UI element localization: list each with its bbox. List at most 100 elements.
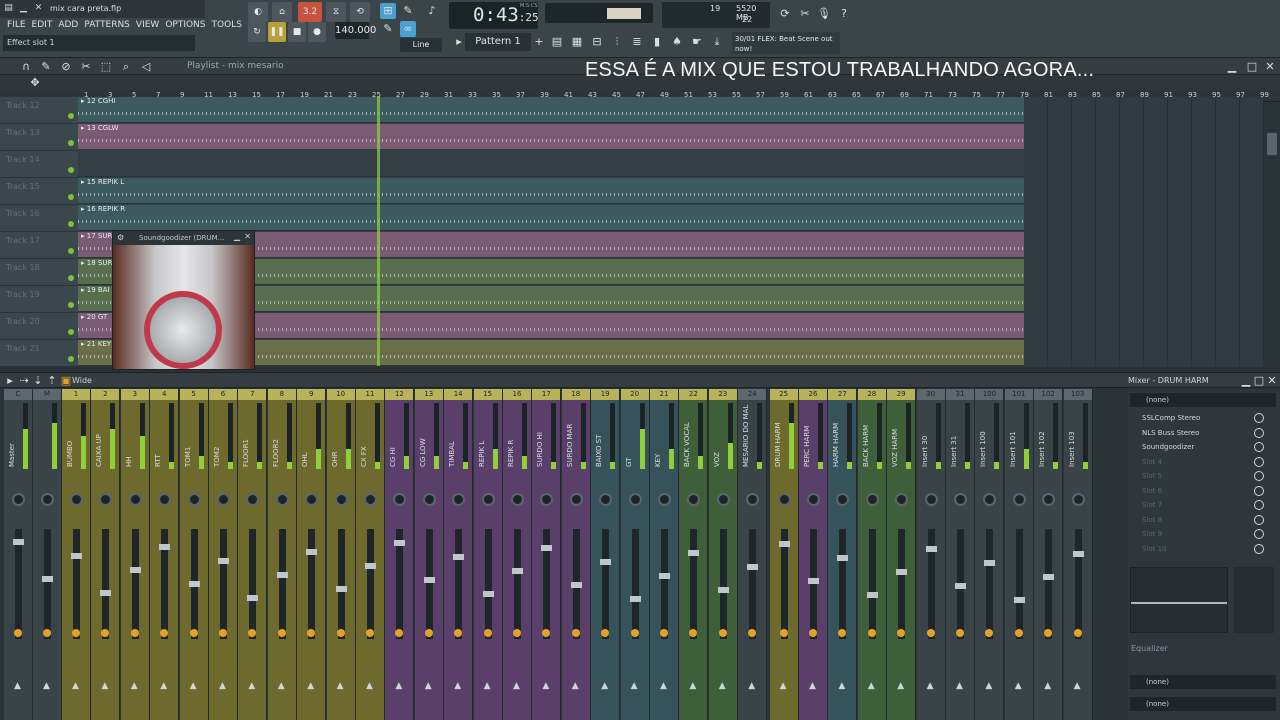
volume-fader-track[interactable] xyxy=(749,529,757,639)
playhead[interactable] xyxy=(377,96,380,366)
mixer-strip[interactable]: M ▲ xyxy=(33,389,62,720)
pan-knob[interactable] xyxy=(246,493,260,506)
mixer-strip[interactable]: 15 REPIK L ▲ xyxy=(473,389,503,720)
minimize-icon[interactable]: ▁ xyxy=(234,232,240,241)
route-arrow-icon[interactable]: ▲ xyxy=(719,681,726,691)
track-mute-led[interactable] xyxy=(68,356,74,362)
route-arrow-icon[interactable]: ▲ xyxy=(542,681,549,691)
empty-grid[interactable] xyxy=(1024,286,1264,313)
menu-icon[interactable]: ▤ xyxy=(3,3,14,14)
pan-knob[interactable] xyxy=(865,493,879,506)
mixer-strip[interactable]: 6 TOM2 ▲ xyxy=(209,389,238,720)
route-arrow-icon[interactable]: ▲ xyxy=(395,681,402,691)
volume-fader-track[interactable] xyxy=(1074,529,1082,639)
volume-fader-track[interactable] xyxy=(484,529,492,639)
route-arrow-icon[interactable]: ▲ xyxy=(454,681,461,691)
volume-fader-handle[interactable] xyxy=(453,554,465,560)
amount-knob[interactable] xyxy=(144,291,222,369)
volume-fader-handle[interactable] xyxy=(600,559,612,565)
route-arrow-icon[interactable]: ▲ xyxy=(838,681,845,691)
mixer-strip[interactable]: 31 Insert 31 ▲ xyxy=(946,389,975,720)
route-arrow-icon[interactable]: ▲ xyxy=(601,681,608,691)
pan-knob[interactable] xyxy=(895,493,909,506)
pan-knob[interactable] xyxy=(954,493,967,506)
fx-enable-led[interactable] xyxy=(277,629,286,637)
track-header[interactable]: Track 13 xyxy=(0,124,78,151)
snap-icon[interactable]: ⊞ xyxy=(380,3,396,19)
pan-knob[interactable] xyxy=(716,493,730,506)
track-mute-led[interactable] xyxy=(68,302,74,308)
route-arrow-icon[interactable]: ▲ xyxy=(278,681,285,691)
volume-fader-track[interactable] xyxy=(602,529,610,639)
mixer-strip[interactable]: 21 KEY ▲ xyxy=(650,389,679,720)
fx-enable-led[interactable] xyxy=(926,629,935,637)
slot-mix-knob[interactable] xyxy=(1254,413,1264,423)
effect-slot[interactable]: Slot 9 xyxy=(1130,527,1276,541)
route-arrow-icon[interactable]: ▲ xyxy=(14,681,21,691)
input-select[interactable]: (none) xyxy=(1130,393,1276,407)
mixer-strip[interactable]: 7 FLOOR1 ▲ xyxy=(238,389,268,720)
volume-fader-handle[interactable] xyxy=(717,587,729,593)
volume-fader-handle[interactable] xyxy=(688,550,700,556)
effect-slot[interactable]: Slot 5 xyxy=(1130,469,1276,483)
mixer-strip[interactable]: 24 MESARIO DO MAL ▲ xyxy=(738,389,768,720)
pan-knob[interactable] xyxy=(217,493,230,506)
volume-fader-handle[interactable] xyxy=(1072,551,1084,557)
volume-fader-handle[interactable] xyxy=(365,563,376,569)
volume-fader-track[interactable] xyxy=(249,529,257,639)
mixer-strip[interactable]: 101 Insert 101 ▲ xyxy=(1004,389,1034,720)
menu-item[interactable]: FILE xyxy=(4,18,29,32)
fx-enable-led[interactable] xyxy=(130,629,139,637)
minimize-icon[interactable]: ▁ xyxy=(18,3,29,14)
volume-fader-track[interactable] xyxy=(102,529,110,639)
route-arrow-icon[interactable]: ▲ xyxy=(337,681,344,691)
route-arrow-icon[interactable]: ▲ xyxy=(513,681,520,691)
mixer-strip[interactable]: 5 TOM1 ▲ xyxy=(179,389,209,720)
browser-icon[interactable]: ▤ xyxy=(549,34,565,50)
route-arrow-icon[interactable]: ▲ xyxy=(927,681,934,691)
volume-fader-handle[interactable] xyxy=(100,590,112,596)
pan-knob[interactable] xyxy=(334,493,348,506)
volume-fader-track[interactable] xyxy=(810,529,817,639)
effect-slot[interactable]: Slot 4 xyxy=(1130,455,1276,469)
eq-band-faders[interactable] xyxy=(1234,567,1274,633)
route-arrow-icon[interactable]: ▲ xyxy=(748,681,755,691)
route-arrow-icon[interactable]: ▲ xyxy=(425,681,432,691)
route-arrow-icon[interactable]: ▲ xyxy=(160,681,167,691)
mic-icon[interactable]: 🎙 xyxy=(816,6,832,22)
volume-fader-handle[interactable] xyxy=(925,546,937,552)
pan-knob[interactable] xyxy=(187,493,201,506)
track-header[interactable]: Track 16 xyxy=(0,205,78,232)
mixer-icon[interactable]: ⫶ xyxy=(609,34,625,50)
mixer-strip[interactable]: 14 TIMBAL ▲ xyxy=(444,389,474,720)
close-icon[interactable]: ✕ xyxy=(1262,59,1278,75)
magnet-icon[interactable]: ∩ xyxy=(18,59,34,75)
route-arrow-icon[interactable]: ▲ xyxy=(809,681,816,691)
fx-enable-led[interactable] xyxy=(660,629,668,637)
volume-fader-track[interactable] xyxy=(278,529,286,639)
effect-slot[interactable]: SSLComp Stereo xyxy=(1130,411,1276,425)
volume-fader-track[interactable] xyxy=(455,529,463,639)
news-hint[interactable]: 30/01 FLEX: Beat Scene out now! xyxy=(732,32,840,54)
snap-select[interactable]: Line xyxy=(400,38,442,52)
piano-roll-icon[interactable]: ⊟ xyxy=(589,34,605,50)
menu-item[interactable]: PATTERNS xyxy=(81,18,133,32)
empty-grid[interactable] xyxy=(1024,124,1264,151)
route-arrow-icon[interactable]: ▲ xyxy=(307,681,314,691)
fx-enable-led[interactable] xyxy=(867,629,876,637)
pan-knob[interactable] xyxy=(569,493,583,506)
pattern-add-icon[interactable]: + xyxy=(531,34,547,50)
pan-knob[interactable] xyxy=(99,493,113,506)
mixer-view-mode[interactable]: Wide xyxy=(72,373,92,389)
pan-knob[interactable] xyxy=(70,493,83,506)
menu-item[interactable]: VIEW xyxy=(133,18,162,32)
song-mode-icon[interactable]: ◐ xyxy=(248,2,268,22)
output-select[interactable]: (none) xyxy=(1130,697,1276,711)
pattern-prev-icon[interactable]: ▸ xyxy=(451,34,467,50)
fx-enable-led[interactable] xyxy=(956,629,964,637)
volume-fader-track[interactable] xyxy=(690,529,698,639)
help-icon[interactable]: ? xyxy=(836,6,852,22)
volume-fader-handle[interactable] xyxy=(71,553,82,559)
pan-knob[interactable] xyxy=(128,493,142,506)
pan-knob[interactable] xyxy=(158,493,172,506)
